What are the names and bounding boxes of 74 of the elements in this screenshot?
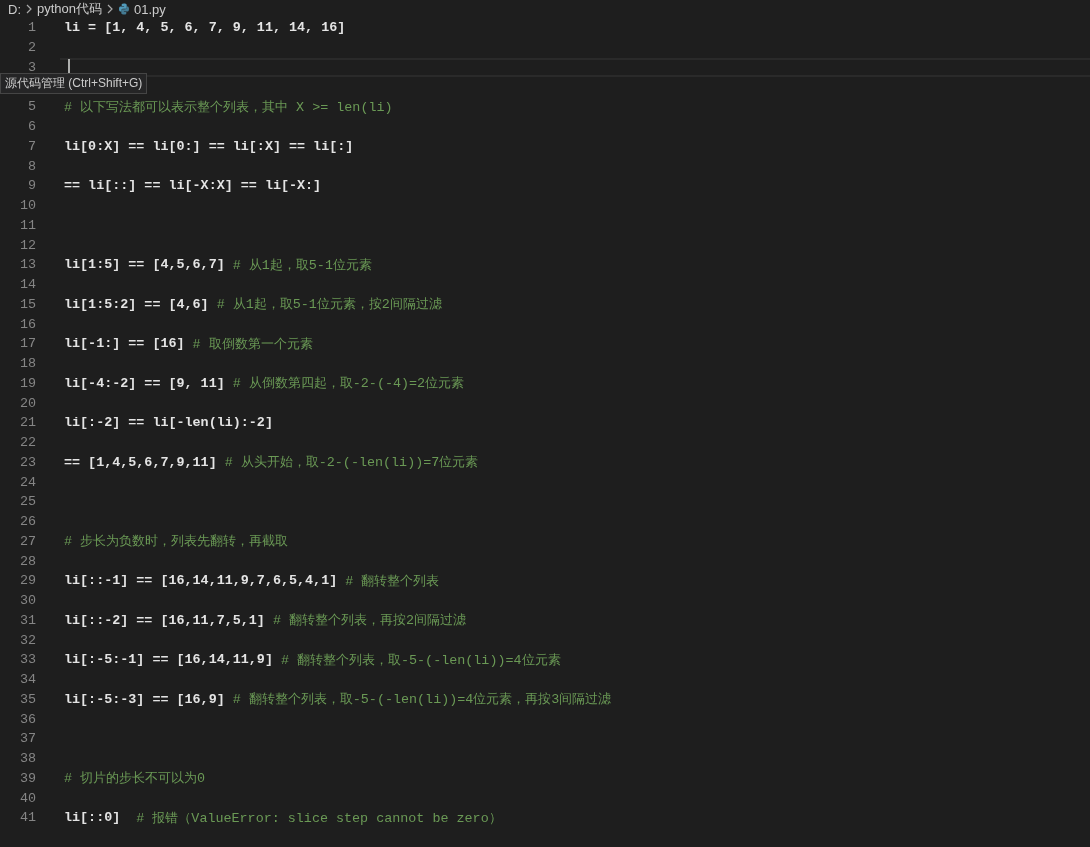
code-text: == [1,4,5,6,7,9,11] [64, 454, 217, 470]
line-number: 40 [18, 790, 36, 806]
line-number: 23 [18, 454, 36, 470]
code-comment: # 取倒数第一个元素 [192, 335, 313, 353]
code-text: li[:-5:-3] == [16,9] [64, 691, 225, 707]
chevron-icon [25, 4, 33, 14]
line-number: 30 [18, 593, 36, 609]
code-comment: # 从头开始，取-2-(-len(li))=7位元素 [224, 454, 479, 472]
code-text: li[-4:-2] == [9, 11] [64, 375, 225, 391]
line-number: 28 [18, 553, 36, 569]
code-comment: # 翻转整个列表，再按2间隔过滤 [272, 612, 466, 630]
line-number: 18 [18, 356, 36, 372]
line-number: 6 [26, 119, 36, 135]
line-number: 27 [18, 533, 36, 549]
code-comment: # 翻转整个列表，取-5-(-len(li))=4位元素 [280, 651, 561, 669]
line-number: 36 [18, 711, 36, 727]
line-number: 9 [26, 178, 36, 194]
line-number: 39 [18, 770, 36, 786]
line-number: 13 [18, 257, 36, 273]
code-text: li[::-1] == [16,14,11,9,7,6,5,4,1] [64, 573, 338, 589]
line-number: 1 [26, 20, 36, 36]
line-number: 32 [18, 632, 36, 648]
code-text: li[::-2] == [16,11,7,5,1] [64, 612, 265, 628]
line-number: 17 [18, 336, 36, 352]
chevron-icon [106, 4, 115, 14]
line-number: 29 [18, 573, 36, 589]
line-number: 31 [18, 612, 36, 628]
line-number: 15 [18, 296, 36, 312]
code-text: li[:-2] == li[-len(li):-2] [64, 415, 273, 431]
line-number: 20 [18, 395, 36, 411]
line-number: 25 [18, 494, 36, 510]
code-text: li = [1, 4, 5, 6, 7, 9, 11, 14, 16] [64, 20, 346, 36]
breadcrumb-item[interactable]: D: [8, 1, 21, 17]
line-number: 8 [26, 158, 36, 174]
line-number: 19 [18, 375, 36, 391]
line-number: 14 [18, 277, 36, 293]
code-text: li[1:5] == [4,5,6,7] [64, 257, 225, 273]
code-comment: # 步长为负数时，列表先翻转，再截取 [64, 533, 289, 551]
line-number: 3 [26, 59, 36, 75]
breadcrumb-item[interactable]: 01.py [134, 1, 166, 17]
line-number: 7 [26, 138, 36, 154]
line-number: 11 [18, 217, 36, 233]
line-number: 10 [18, 198, 36, 214]
line-number: 35 [18, 691, 36, 707]
code-comment: # 翻转整个列表，取-5-(-len(li))=4位元素，再按3间隔过滤 [232, 691, 612, 709]
line-number: 38 [18, 751, 36, 767]
code-comment: # 以下写法都可以表示整个列表，其中 X >= len(li) [64, 98, 393, 116]
code-text: li[-1:] == [16] [64, 336, 185, 352]
code-text: li[0:X] == li[0:] == li[:X] == li[:] [64, 138, 354, 154]
code-comment: # 从倒数第四起，取-2-(-4)=2位元素 [232, 375, 465, 393]
line-number: 21 [18, 415, 36, 431]
line-number: 34 [18, 672, 36, 688]
code-text: li[1:5:2] == [4,6] [64, 296, 209, 312]
line-number: 26 [18, 514, 36, 530]
line-number: 33 [18, 652, 36, 668]
line-number: 5 [26, 99, 36, 115]
line-number: 12 [18, 237, 36, 253]
code-comment: # 从1起，取5-1位元素 [232, 256, 372, 274]
line-number: 41 [18, 810, 36, 826]
code-text: li[:-5:-1] == [16,14,11,9] [64, 652, 273, 668]
code-text: == li[::] == li[-X:X] == li[-X:] [64, 178, 322, 194]
line-number: 2 [26, 40, 36, 56]
code-text: li[::0] [64, 810, 121, 826]
code-comment: # 报错（ValueError: slice step cannot be zero） [135, 809, 502, 827]
line-number: 22 [18, 435, 36, 451]
breadcrumb-item[interactable]: python代码 [37, 0, 103, 18]
tooltip: 源代码管理 (Ctrl+Shift+G) [0, 73, 148, 94]
code-comment: # 翻转整个列表 [345, 572, 440, 590]
python-file-icon [118, 3, 131, 15]
code-comment: # 切片的步长不可以为0 [64, 770, 206, 788]
line-number: 24 [18, 474, 36, 490]
code-comment: # 从1起，取5-1位元素，按2间隔过滤 [216, 296, 442, 314]
line-number: 37 [18, 731, 36, 747]
line-number: 16 [18, 316, 36, 332]
